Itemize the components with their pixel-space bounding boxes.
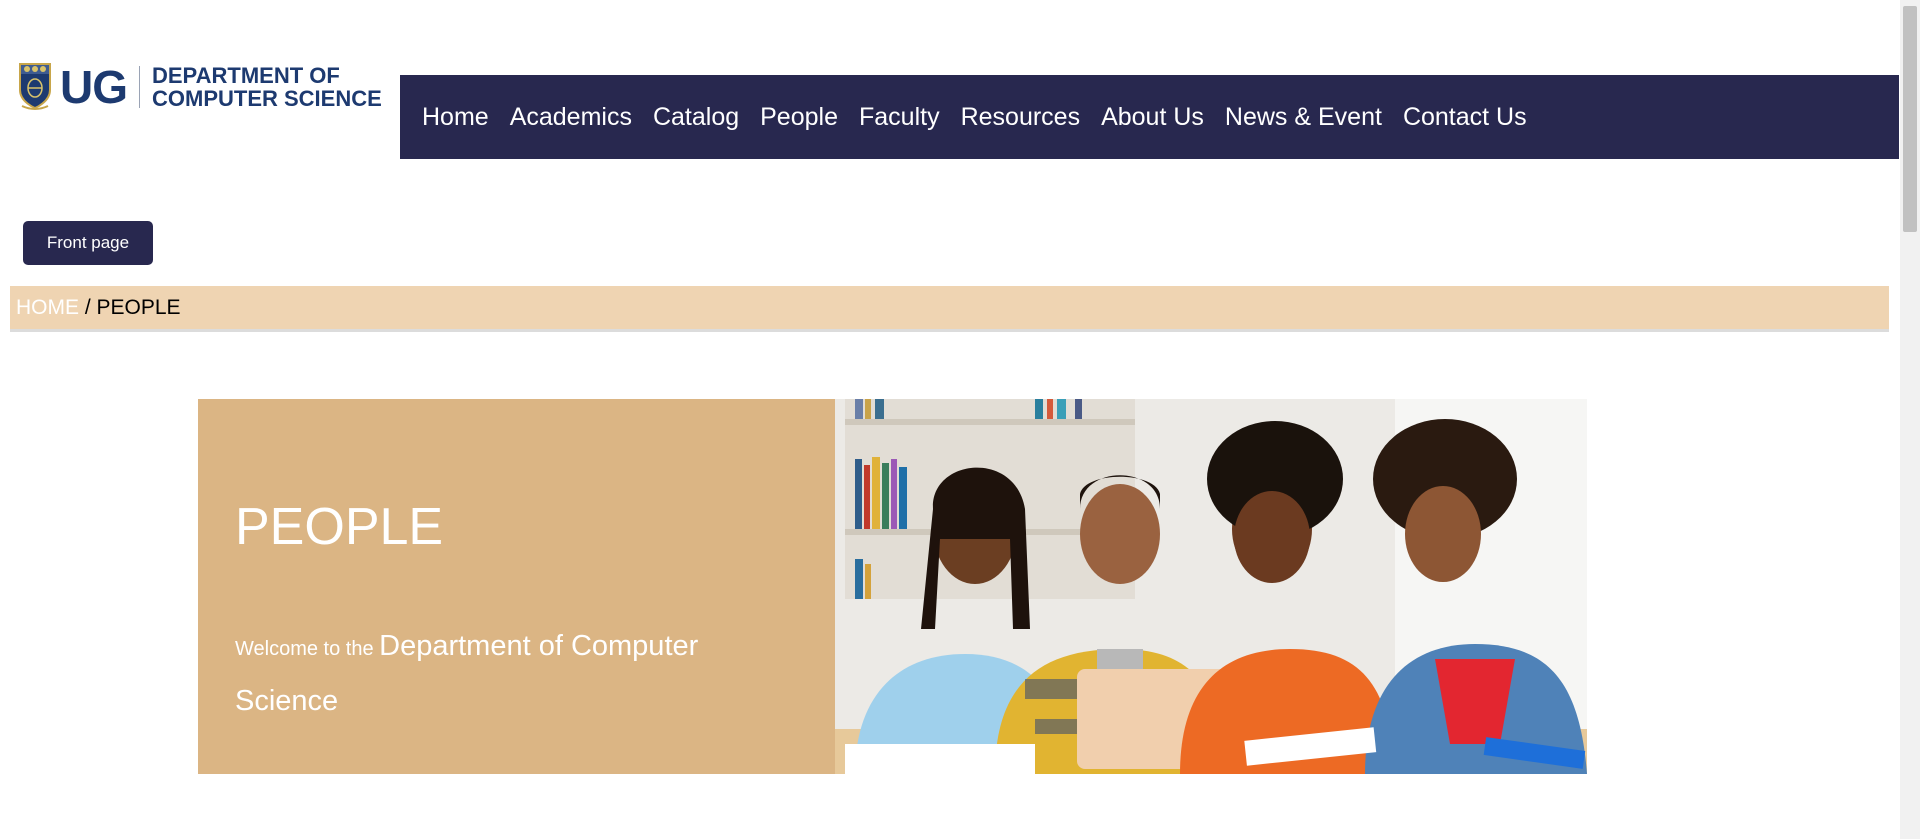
nav-academics[interactable]: Academics <box>510 103 632 132</box>
students-group-photo <box>835 399 1587 774</box>
hero-banner: PEOPLE Welcome to the Department of Comp… <box>198 399 1587 774</box>
logo-dept-line2: COMPUTER SCIENCE <box>152 86 382 111</box>
hero-title: PEOPLE <box>235 498 444 556</box>
nav-people[interactable]: People <box>760 103 838 132</box>
breadcrumb-current: PEOPLE <box>96 295 181 319</box>
nav-catalog[interactable]: Catalog <box>653 103 739 132</box>
nav-faculty[interactable]: Faculty <box>859 103 940 132</box>
breadcrumb: HOME / PEOPLE <box>10 286 1889 332</box>
front-page-button[interactable]: Front page <box>23 221 153 265</box>
main-nav: Home Academics Catalog People Faculty Re… <box>400 75 1899 159</box>
nav-news-event[interactable]: News & Event <box>1225 103 1382 132</box>
nav-about-us[interactable]: About Us <box>1101 103 1204 132</box>
logo-ug-text: UG <box>60 61 128 113</box>
students-photo-illustration <box>835 399 1587 774</box>
hero-subtitle: Welcome to the Department of Computer Sc… <box>235 621 795 731</box>
hero-text-panel: PEOPLE Welcome to the Department of Comp… <box>198 399 835 774</box>
logo-department-text: DEPARTMENT OF COMPUTER SCIENCE <box>152 64 382 110</box>
nav-home[interactable]: Home <box>422 103 489 132</box>
logo-dept-line1: DEPARTMENT OF <box>152 63 340 88</box>
breadcrumb-home-link[interactable]: HOME <box>16 296 79 320</box>
scrollbar-thumb[interactable] <box>1903 6 1917 232</box>
breadcrumb-separator: / <box>79 295 97 319</box>
logo-divider <box>139 66 140 108</box>
nav-resources[interactable]: Resources <box>961 103 1081 132</box>
university-crest-icon <box>19 63 51 110</box>
hero-subtitle-small: Welcome to the <box>235 638 380 660</box>
site-logo[interactable]: UG DEPARTMENT OF COMPUTER SCIENCE <box>18 62 382 112</box>
nav-contact-us[interactable]: Contact Us <box>1403 103 1527 132</box>
scrollbar[interactable] <box>1900 0 1920 839</box>
